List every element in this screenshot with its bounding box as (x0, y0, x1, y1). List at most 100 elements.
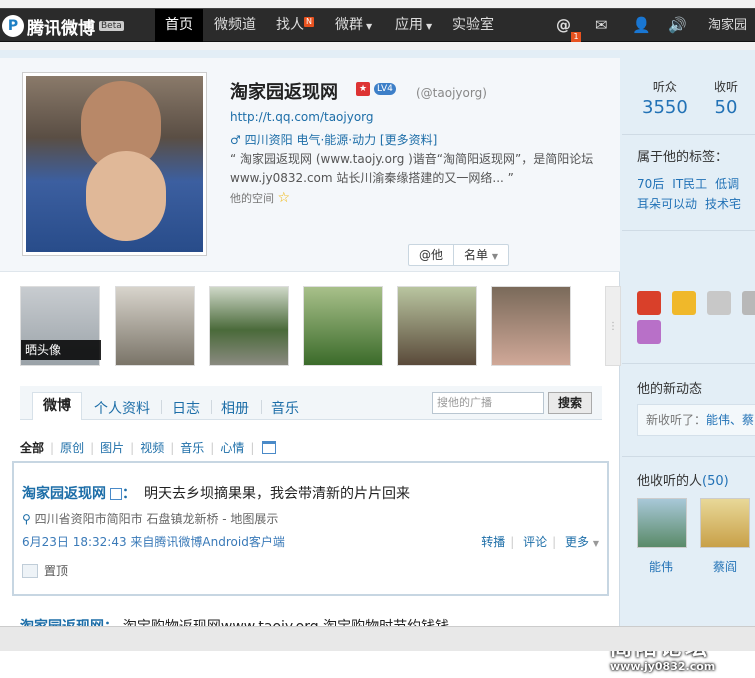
medal-icon[interactable] (742, 291, 755, 315)
gender-icon: ♂ (230, 133, 241, 147)
industry-link[interactable]: 电气·能源·动力 (296, 133, 376, 147)
tag-item[interactable]: IT民工 (672, 177, 707, 191)
level-badge[interactable]: LV4 (374, 83, 396, 95)
photo-scroll-button[interactable]: ⋮ (605, 286, 621, 366)
sound-icon[interactable]: 🔊 (668, 9, 687, 42)
profile-description: “ 淘家园返现网 (www.taojy.org )谐音“淘简阳返现网”，是简阳论… (230, 152, 594, 185)
tab-divider (161, 400, 162, 414)
at-count-badge: 1 (571, 32, 581, 42)
post-location-text: 四川省资阳市简阳市 石盘镇龙新桥 - 地图展示 (34, 512, 279, 526)
comment-button[interactable]: 评论 (523, 535, 547, 549)
more-info-link[interactable]: [更多资料] (380, 133, 437, 147)
star-icon: ☆ (277, 190, 291, 206)
chevron-down-icon: ▼ (491, 252, 499, 261)
following-name[interactable]: 能伟 (649, 558, 673, 575)
medal-icon[interactable] (637, 320, 661, 344)
profile-badges: ★ LV4 (356, 82, 396, 96)
profile-space[interactable]: 他的空间 ☆ (230, 190, 290, 206)
nav-lab-label: 实验室 (452, 17, 494, 33)
verified-icon[interactable]: ★ (356, 82, 370, 96)
tab-profile[interactable]: 个人资料 (94, 398, 150, 418)
following-name[interactable]: 蔡阎 (713, 558, 737, 575)
chevron-down-icon: ▼ (426, 22, 433, 31)
filter-original[interactable]: 原创 (60, 439, 84, 456)
pin-icon (22, 563, 38, 578)
nav-channel[interactable]: 微频道 (214, 9, 256, 42)
medal-icon[interactable] (707, 291, 731, 315)
photo-thumb[interactable] (209, 286, 289, 366)
filter-image[interactable]: 图片 (100, 439, 124, 456)
medal-icon[interactable] (637, 291, 661, 315)
photo-thumb[interactable] (303, 286, 383, 366)
filter-video[interactable]: 视频 (140, 439, 164, 456)
list-button[interactable]: 名单 ▼ (453, 245, 508, 265)
photo-thumb[interactable] (115, 286, 195, 366)
repost-button[interactable]: 转播 (481, 535, 505, 549)
center-column: 淘家园返现网 ★ LV4 (@taojyorg) http://t.qq.com… (0, 58, 621, 651)
filter-mood[interactable]: 心情 (220, 439, 244, 456)
filter-all[interactable]: 全部 (20, 439, 44, 456)
profile-actions: @他 名单 ▼ (408, 244, 510, 266)
more-button-label: 更多 (565, 535, 590, 549)
tab-weibo[interactable]: 微博 (32, 392, 82, 420)
tag-item[interactable]: 技术宅 (705, 197, 741, 211)
fans-value: 3550 (642, 97, 688, 118)
following-avatar[interactable] (700, 498, 750, 548)
fans-count[interactable]: 听众 3550 (642, 78, 688, 118)
nav-groups[interactable]: 微群 ▼ (335, 9, 372, 42)
following-count[interactable]: 收听 50 (714, 78, 738, 118)
nav-apps[interactable]: 应用 ▼ (395, 9, 432, 42)
tab-album[interactable]: 相册 (221, 398, 249, 418)
nav-find-label: 找人 (276, 17, 304, 33)
medal-icon[interactable] (672, 291, 696, 315)
calendar-icon[interactable] (262, 441, 277, 454)
following-count-link[interactable]: (50) (702, 474, 729, 489)
search-button[interactable]: 搜索 (548, 392, 592, 414)
photo-thumb[interactable] (397, 286, 477, 366)
photo-strip: 晒头像 ⋮ (20, 286, 621, 368)
tag-item[interactable]: 低调 (715, 177, 739, 191)
nav-find-people[interactable]: 找人 N (276, 9, 314, 42)
chevron-down-icon: ▼ (366, 22, 373, 31)
pin-to-top[interactable]: 置顶 (22, 562, 68, 579)
nav-user[interactable]: 淘家园 (708, 9, 747, 42)
fans-label: 听众 (652, 80, 677, 94)
space-label: 他的空间 (230, 192, 274, 205)
tag-list: 70后 IT民工 低调 耳朵可以动 技术宅 (637, 174, 755, 214)
following-title-text: 他收听的人 (637, 474, 703, 489)
tab-music[interactable]: 音乐 (271, 398, 299, 418)
post-text: 明天去乡坝摘果果，我会带清新的片片回来 (144, 486, 410, 502)
tag-item[interactable]: 耳朵可以动 (637, 197, 697, 211)
news-title: 他的新动态 (637, 382, 703, 397)
nav-channel-label: 微频道 (214, 17, 256, 33)
user-icon[interactable]: 👤 (632, 9, 651, 42)
post-meta[interactable]: 6月23日 18:32:43 来自腾讯微博Android客户端 (22, 533, 285, 550)
site-logo[interactable]: P 腾讯微博 Beta (2, 14, 124, 39)
profile-location: ♂ 四川资阳 电气·能源·动力 [更多资料] (230, 131, 437, 148)
news-box[interactable]: 新收听了：能伟、蔡 (637, 404, 755, 436)
avatar[interactable] (22, 72, 207, 256)
following-avatar[interactable] (637, 498, 687, 548)
mention-button[interactable]: @他 (409, 245, 453, 265)
nav-home-label: 首页 (165, 17, 193, 33)
mail-icon[interactable]: ✉ (595, 9, 608, 42)
nav-home[interactable]: 首页 (155, 9, 203, 42)
filter-music[interactable]: 音乐 (180, 439, 204, 456)
nav-groups-label: 微群 (335, 17, 363, 33)
post-author[interactable]: 淘家园返现网 ： (22, 483, 136, 503)
phone-icon (110, 488, 122, 500)
horizontal-scrollbar[interactable] (0, 626, 755, 651)
profile-url[interactable]: http://t.qq.com/taojyorg (230, 110, 374, 124)
at-mention-icon[interactable]: @1 (556, 9, 581, 42)
search-input[interactable]: 搜他的广播 (432, 392, 544, 414)
more-button[interactable]: 更多 ▼ (565, 535, 599, 549)
location-link[interactable]: 四川资阳 (245, 133, 293, 147)
tag-item[interactable]: 70后 (637, 177, 664, 191)
photo-thumb[interactable] (491, 286, 571, 366)
tab-blog[interactable]: 日志 (172, 398, 200, 418)
post-location[interactable]: ⚲ 四川省资阳市简阳市 石盘镇龙新桥 - 地图展示 (22, 510, 278, 527)
nav-lab[interactable]: 实验室 (452, 9, 494, 42)
chevron-down-icon: ▼ (592, 539, 599, 548)
photo-thumb[interactable]: 晒头像 (20, 286, 101, 366)
tags-title: 属于他的标签： (637, 150, 729, 165)
